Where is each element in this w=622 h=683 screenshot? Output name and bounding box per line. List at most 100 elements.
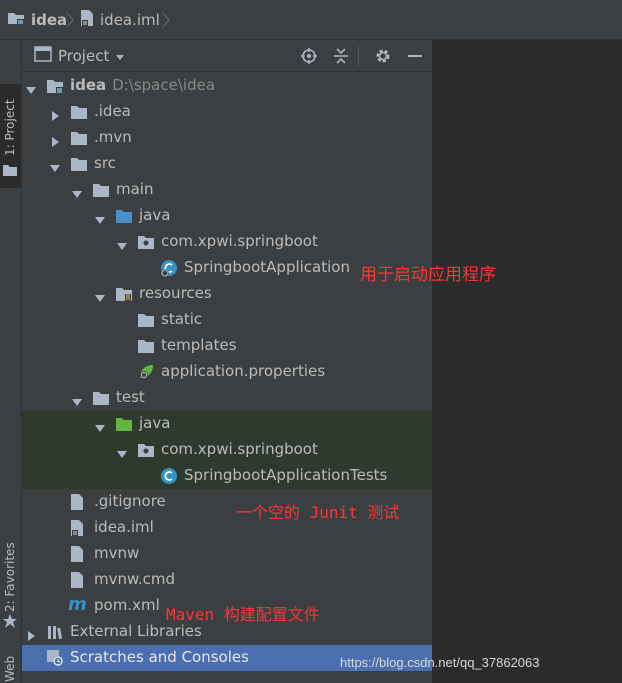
folder-icon bbox=[137, 311, 155, 329]
package-icon bbox=[137, 233, 155, 251]
breadcrumb-project[interactable]: idea bbox=[7, 9, 67, 31]
navigation-bar: idea idea.iml bbox=[0, 0, 622, 40]
file-icon bbox=[70, 545, 88, 563]
spring-boot-class-icon bbox=[160, 259, 178, 277]
favorites-tool-tab[interactable]: 2: Favorites bbox=[0, 530, 21, 630]
chevron-down-icon[interactable] bbox=[72, 393, 82, 406]
source-folder-icon bbox=[115, 207, 133, 225]
folder-icon bbox=[92, 389, 110, 407]
project-tool-tab[interactable]: 1: Project bbox=[0, 84, 21, 188]
tree-label: src bbox=[94, 154, 116, 172]
web-tool-tab[interactable]: Web bbox=[0, 650, 21, 683]
tree-row-templates[interactable]: templates bbox=[22, 333, 432, 359]
annotation-app: 用于启动应用程序 bbox=[360, 265, 496, 285]
tree-row-main[interactable]: main bbox=[22, 177, 432, 203]
tree-row-test-class[interactable]: SpringbootApplicationTests bbox=[22, 463, 432, 489]
favorites-tab-label: 2: Favorites bbox=[3, 542, 17, 612]
tree-row-src[interactable]: src bbox=[22, 151, 432, 177]
project-panel: Project idea D:\space\idea .idea .mvn sr… bbox=[22, 40, 622, 683]
tree-label: com.xpwi.springboot bbox=[161, 232, 318, 250]
tree-label: main bbox=[116, 180, 154, 198]
scratches-icon bbox=[46, 649, 64, 667]
chevron-right-icon[interactable] bbox=[50, 133, 60, 147]
module-folder-icon bbox=[46, 77, 64, 95]
test-source-folder-icon bbox=[115, 415, 133, 433]
tree-label: SpringbootApplication bbox=[184, 258, 350, 276]
chevron-right-icon[interactable] bbox=[50, 107, 60, 121]
chevron-right-icon[interactable] bbox=[26, 627, 36, 641]
chevron-down-icon[interactable] bbox=[117, 445, 127, 458]
tree-label: test bbox=[116, 388, 145, 406]
tree-label: idea.iml bbox=[94, 518, 154, 536]
file-icon bbox=[70, 571, 88, 589]
chevron-down-icon[interactable] bbox=[50, 159, 60, 172]
project-tab-label: 1: Project bbox=[3, 99, 17, 156]
project-panel-header: Project bbox=[22, 40, 432, 72]
tree-row-static[interactable]: static bbox=[22, 307, 432, 333]
tool-window-strip: 1: Project 2: Favorites Web bbox=[0, 40, 22, 683]
tree-label: SpringbootApplicationTests bbox=[184, 466, 388, 484]
tree-row-package-test[interactable]: com.xpwi.springboot bbox=[22, 437, 432, 463]
tree-row-root[interactable]: idea D:\space\idea bbox=[22, 73, 432, 99]
tree-row-mvnw-cmd[interactable]: mvnw.cmd bbox=[22, 567, 432, 593]
tree-label: mvnw bbox=[94, 544, 140, 562]
locate-file-icon[interactable] bbox=[300, 47, 318, 65]
tree-row-idea-dir[interactable]: .idea bbox=[22, 99, 432, 125]
tree-label: resources bbox=[139, 284, 212, 302]
module-file-icon bbox=[80, 9, 94, 31]
view-selector[interactable]: Project bbox=[34, 46, 125, 66]
tree-row-java-main[interactable]: java bbox=[22, 203, 432, 229]
tree-label: java bbox=[139, 206, 171, 224]
caret-down-icon bbox=[115, 47, 125, 65]
chevron-down-icon[interactable] bbox=[72, 185, 82, 198]
tree-label: .mvn bbox=[94, 128, 132, 146]
maven-icon: m bbox=[68, 594, 87, 615]
tree-row-mvnw[interactable]: mvnw bbox=[22, 541, 432, 567]
collapse-all-icon[interactable] bbox=[332, 47, 350, 65]
tree-label: java bbox=[139, 414, 171, 432]
editor-area bbox=[432, 40, 622, 683]
project-window-icon bbox=[34, 46, 52, 66]
tree-label: application.properties bbox=[161, 362, 326, 380]
resources-folder-icon bbox=[115, 285, 133, 303]
tree-label: com.xpwi.springboot bbox=[161, 440, 318, 458]
chevron-down-icon[interactable] bbox=[95, 289, 105, 302]
breadcrumb-project-label: idea bbox=[31, 11, 68, 29]
chevron-right-icon bbox=[66, 12, 74, 28]
folder-icon bbox=[70, 103, 88, 121]
folder-icon bbox=[70, 129, 88, 147]
watermark: https://blog.csdn.net/qq_37862063 bbox=[340, 655, 540, 670]
folder-icon bbox=[70, 155, 88, 173]
folder-icon bbox=[3, 162, 17, 180]
file-icon bbox=[70, 493, 88, 511]
minimize-icon[interactable] bbox=[406, 47, 424, 65]
tree-label: static bbox=[161, 310, 203, 328]
tree-row-mvn-dir[interactable]: .mvn bbox=[22, 125, 432, 151]
tree-row-app-properties[interactable]: application.properties bbox=[22, 359, 432, 385]
chevron-down-icon[interactable] bbox=[26, 81, 36, 94]
tree-label: pom.xml bbox=[94, 596, 160, 614]
chevron-down-icon[interactable] bbox=[117, 237, 127, 250]
tree-label: Scratches and Consoles bbox=[70, 648, 249, 666]
library-icon bbox=[46, 623, 64, 641]
root-path: D:\space\idea bbox=[112, 76, 216, 94]
header-divider bbox=[358, 46, 359, 66]
breadcrumb-file[interactable]: idea.iml bbox=[80, 9, 160, 31]
tree-label: mvnw.cmd bbox=[94, 570, 176, 588]
breadcrumb-file-label: idea.iml bbox=[100, 11, 160, 29]
panel-title: Project bbox=[58, 47, 110, 65]
annotation-pom: Maven 构建配置文件 bbox=[166, 605, 320, 624]
root-name: idea bbox=[70, 76, 107, 94]
project-folder-icon bbox=[7, 10, 25, 30]
module-file-icon bbox=[70, 519, 88, 537]
gear-icon[interactable] bbox=[374, 47, 392, 65]
tree-row-java-test[interactable]: java bbox=[22, 411, 432, 437]
chevron-right-icon bbox=[162, 12, 170, 28]
root-label: idea D:\space\idea bbox=[70, 76, 215, 94]
tree-label: .gitignore bbox=[94, 492, 166, 510]
tree-row-package-main[interactable]: com.xpwi.springboot bbox=[22, 229, 432, 255]
folder-icon bbox=[92, 181, 110, 199]
tree-row-test[interactable]: test bbox=[22, 385, 432, 411]
chevron-down-icon[interactable] bbox=[95, 419, 105, 432]
chevron-down-icon[interactable] bbox=[95, 211, 105, 224]
